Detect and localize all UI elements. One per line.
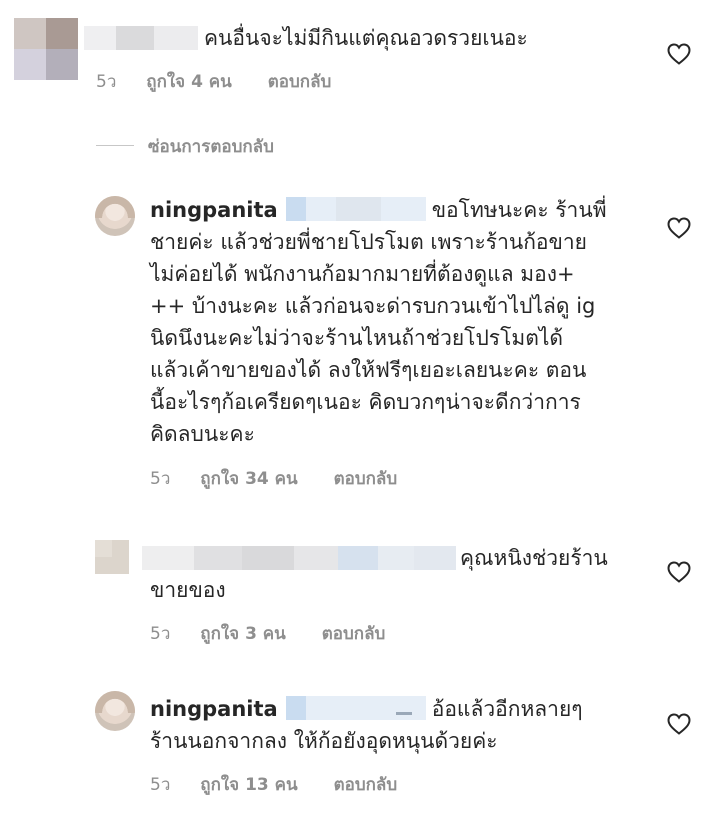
avatar[interactable] [95,540,129,574]
divider [96,145,134,146]
comment-line: คิดลบนะคะ [150,422,255,446]
likes-count[interactable]: ถูกใจ 3 คน [200,624,286,644]
comment-line: ขอโทษนะคะ ร้านพี่ [431,198,607,222]
username-redacted[interactable] [84,26,198,50]
comment-line: ไม่ค่อยได้ พนักงานก้อมากมายที่ต้องดูแล ม… [150,262,575,286]
comment-meta: 5ว ถูกใจ 3 คน ตอบกลับ [150,620,415,647]
comment-time: 5ว [150,469,171,489]
reply-button[interactable]: ตอบกลับ [334,469,398,489]
comment-line: ชายค่ะ แล้วช่วยพี่ชายโปรโมต เพราะร้านก้อ… [150,230,587,254]
comment-line: นี้อะไรๆก้อเครียดๆเนอะ คิดบวกๆน่าจะดีกว่… [150,390,581,414]
avatar[interactable] [95,196,135,236]
username[interactable]: ningpanita [150,198,278,222]
heart-outline-icon[interactable] [667,561,691,583]
username[interactable]: ningpanita [150,697,278,721]
comment-line: ++ บ้างนะคะ แล้วก่อนจะด่ารบกวนเข้าไปไล่ด… [150,294,596,318]
comment-text: คนอื่นจะไม่มีกินแต่คุณอวดรวยเนอะ [204,26,528,50]
comment-text: คุณหนิงช่วยร้าน ขายของ [150,542,670,606]
comment-text: ningpanita อ้อแล้วอีกหลายๆ ร้านนอกจากลง ใ… [150,693,650,757]
avatar[interactable] [14,18,78,80]
reply-button[interactable]: ตอบกลับ [268,72,332,92]
comment-time: 5ว [150,624,171,644]
comment-line: คุณหนิงช่วยร้าน [460,546,608,570]
reply-button[interactable]: ตอบกลับ [322,624,386,644]
likes-count[interactable]: ถูกใจ 34 คน [200,469,297,489]
comment-line: อ้อแล้วอีกหลายๆ [431,697,583,721]
comment-meta: 5ว ถูกใจ 4 คน ตอบกลับ [96,68,361,95]
comment-line: แล้วเค้าขายของได้ ลงให้ฟรีๆเยอะเลยนะคะ ต… [150,358,587,382]
comment-time: 5ว [96,72,117,92]
heart-outline-icon[interactable] [667,217,691,239]
hide-replies-label[interactable]: ซ่อนการตอบกลับ [148,133,274,160]
comment-time: 5ว [150,775,171,795]
heart-outline-icon[interactable] [667,713,691,735]
comment-text: ningpanita ขอโทษนะคะ ร้านพี่ ชายค่ะ แล้วช… [150,194,650,450]
reply-button[interactable]: ตอบกลับ [334,775,398,795]
avatar[interactable] [95,691,135,731]
mention-redacted[interactable] [285,197,426,221]
comment-line: นิดนึงนะคะไม่ว่าจะร้านไหนถ้าช่วยโปรโมตได… [150,326,564,350]
comment-line: ร้านนอกจากลง ให้ก้อยังอุดหนุนด้วยค่ะ [150,729,498,753]
heart-outline-icon[interactable] [667,43,691,65]
likes-count[interactable]: ถูกใจ 4 คน [146,72,232,92]
comment-meta: 5ว ถูกใจ 34 คน ตอบกลับ [150,465,427,492]
likes-count[interactable]: ถูกใจ 13 คน [200,775,297,795]
comment-meta: 5ว ถูกใจ 13 คน ตอบกลับ [150,771,427,798]
comment-line: ขายของ [150,578,226,602]
mention-redacted[interactable] [285,696,426,720]
